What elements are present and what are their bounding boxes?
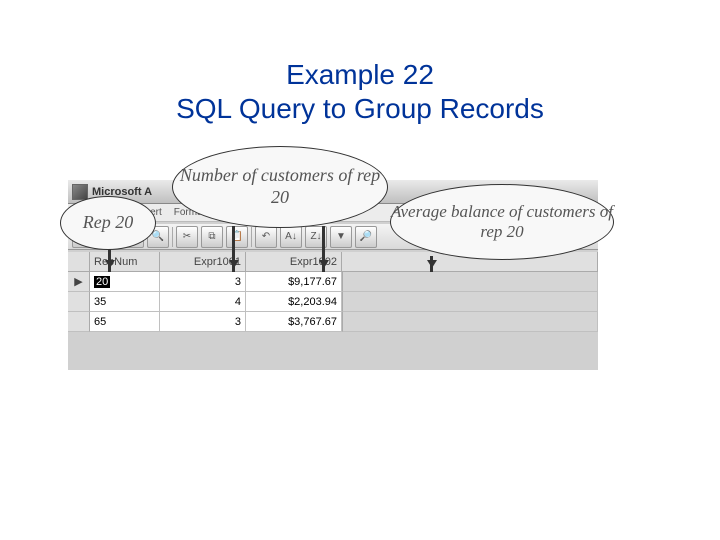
arrow-icon <box>322 226 325 272</box>
row-selector[interactable] <box>68 292 90 312</box>
row-selector-header[interactable] <box>68 252 90 272</box>
title-line-1: Example 22 <box>286 59 434 90</box>
cell-repnum[interactable]: 35 <box>90 292 160 312</box>
find-icon[interactable]: 🔎 <box>355 226 377 248</box>
slide-title: Example 22 SQL Query to Group Records <box>0 58 720 126</box>
arrow-icon <box>108 248 111 272</box>
cell-avg[interactable]: $3,767.67 <box>246 312 342 332</box>
arrow-icon <box>232 226 235 272</box>
copy-icon[interactable]: ⧉ <box>201 226 223 248</box>
callout-average: Average balance of customers of rep 20 <box>390 184 614 260</box>
paste-icon[interactable]: 📋 <box>226 226 248 248</box>
title-line-2: SQL Query to Group Records <box>176 93 544 124</box>
cell-repnum[interactable]: 20 <box>90 272 160 292</box>
row-selector[interactable]: ▶ <box>68 272 90 292</box>
data-row[interactable]: 35 4 $2,203.94 <box>68 292 598 312</box>
row-selector[interactable] <box>68 312 90 332</box>
data-row[interactable]: 65 3 $3,767.67 <box>68 312 598 332</box>
filter-icon[interactable]: ▼ <box>330 226 352 248</box>
sort-asc-icon[interactable]: A↓ <box>280 226 302 248</box>
cell-repnum[interactable]: 65 <box>90 312 160 332</box>
data-row[interactable]: ▶ 20 3 $9,177.67 <box>68 272 598 292</box>
cell-count[interactable]: 3 <box>160 272 246 292</box>
callout-number: Number of customers of rep 20 <box>172 146 388 228</box>
column-header[interactable]: RepNum <box>90 252 160 272</box>
grid-filler <box>342 292 598 312</box>
undo-icon[interactable]: ↶ <box>255 226 277 248</box>
separator-icon <box>172 227 173 247</box>
cell-avg[interactable]: $2,203.94 <box>246 292 342 312</box>
cut-icon[interactable]: ✂ <box>176 226 198 248</box>
cell-avg[interactable]: $9,177.67 <box>246 272 342 292</box>
app-logo-icon <box>72 184 88 200</box>
datasheet: RepNum Expr1001 Expr1002 ▶ 20 3 $9,177.6… <box>68 252 598 332</box>
arrow-icon <box>430 256 433 272</box>
grid-filler <box>342 272 598 292</box>
callout-rep: Rep 20 <box>60 196 156 250</box>
grid-filler <box>342 312 598 332</box>
cell-count[interactable]: 3 <box>160 312 246 332</box>
cell-count[interactable]: 4 <box>160 292 246 312</box>
separator-icon <box>251 227 252 247</box>
